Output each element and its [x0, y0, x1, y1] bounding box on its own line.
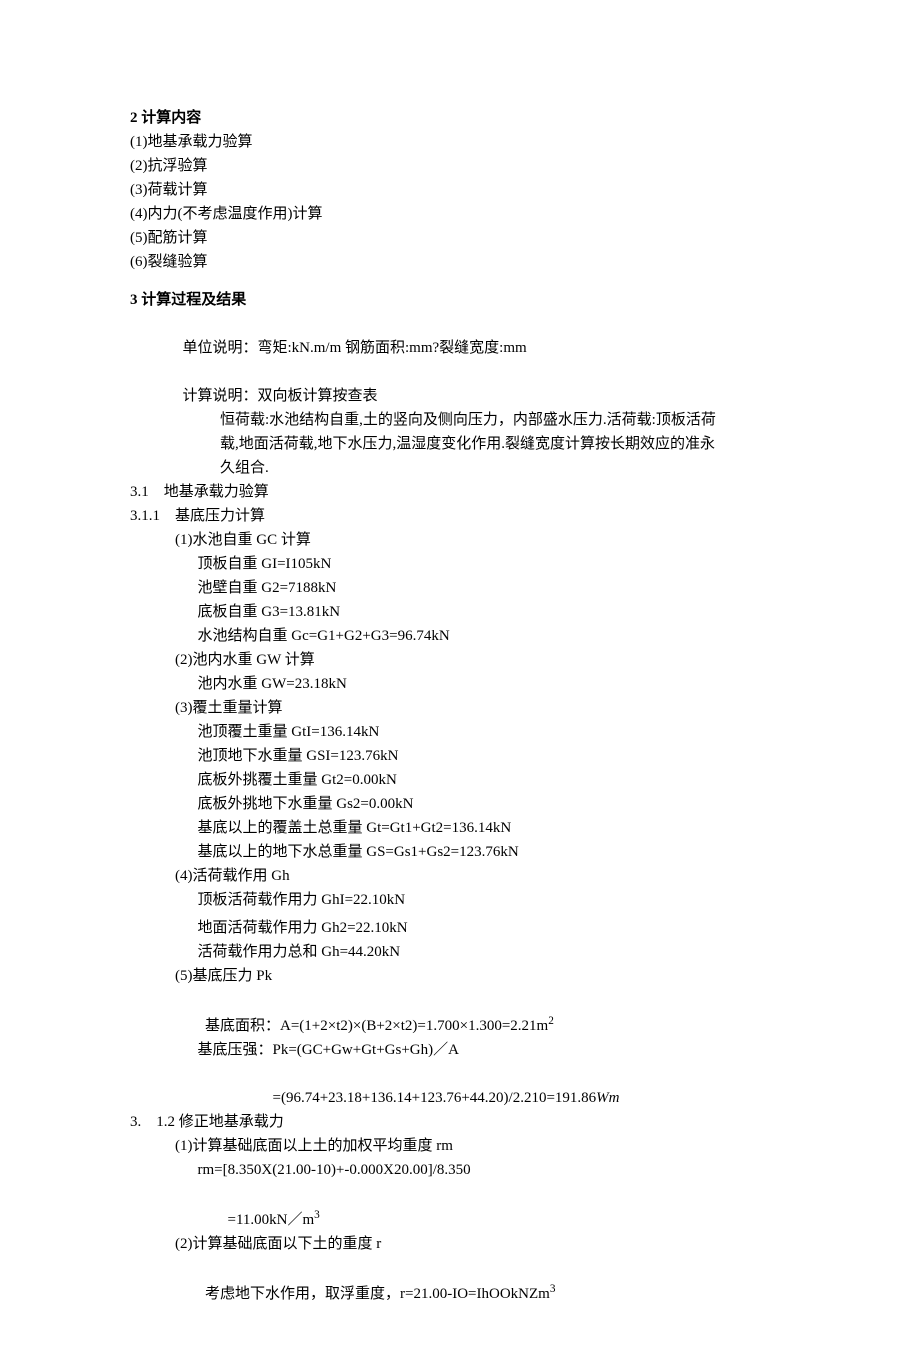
- calc-line: 底板自重 G3=13.81kN: [130, 600, 790, 624]
- para-head: (5)基底压力 Pk: [130, 964, 790, 988]
- list-item: (2)抗浮验算: [130, 154, 790, 178]
- calc-line: 考虑地下水作用，取浮重度，r=21.00-IO=IhOOkNZm3: [130, 1256, 790, 1306]
- calc-line: 基底面积：A=(1+2×t2)×(B+2×t2)=1.700×1.300=2.2…: [130, 988, 790, 1038]
- calc-text-a: 双向板计算按查表: [258, 388, 378, 404]
- section-3-1-title: 3.1 地基承载力验算: [130, 480, 790, 504]
- calc-line: rm=[8.350X(21.00-10)+-0.000X20.00]/8.350: [130, 1158, 790, 1182]
- unit-italic: Wm: [596, 1090, 619, 1106]
- unit-label: 单位说明：: [183, 340, 258, 356]
- calc-text: =11.00kN／m: [228, 1212, 315, 1228]
- calc-label: 计算说明：: [183, 388, 258, 404]
- calc-line: 底板外挑地下水重量 Gs2=0.00kN: [130, 792, 790, 816]
- calc-line: 顶板活荷载作用力 GhI=22.10kN: [130, 888, 790, 912]
- calc-line: 基底以上的覆盖土总重量 Gt=Gt1+Gt2=136.14kN: [130, 816, 790, 840]
- list-item: (5)配筋计算: [130, 226, 790, 250]
- calc-line: 水池结构自重 Gc=G1+G2+G3=96.74kN: [130, 624, 790, 648]
- calc-line: 顶板自重 GI=I105kN: [130, 552, 790, 576]
- section-2-title: 2 计算内容: [130, 106, 790, 130]
- calc-text-b2: 载,地面活荷载,地下水压力,温湿度变化作用.裂缝宽度计算按长期效应的准永: [130, 432, 790, 456]
- superscript: 3: [550, 1283, 556, 1295]
- para-head: (2)计算基础底面以下土的重度 r: [130, 1232, 790, 1256]
- calc-line: =11.00kN／m3: [130, 1182, 790, 1232]
- list-item: (4)内力(不考虑温度作用)计算: [130, 202, 790, 226]
- calc-line: 地面活荷载作用力 Gh2=22.10kN: [130, 916, 790, 940]
- calc-line: 池顶覆土重量 GtI=136.14kN: [130, 720, 790, 744]
- para-head: (2)池内水重 GW 计算: [130, 648, 790, 672]
- calc-note: 计算说明：双向板计算按查表: [130, 360, 790, 408]
- calc-line: 底板外挑覆土重量 Gt2=0.00kN: [130, 768, 790, 792]
- section-3-title: 3 计算过程及结果: [130, 288, 790, 312]
- superscript: 3: [314, 1209, 320, 1221]
- section-3-1-1-title: 3.1.1 基底压力计算: [130, 504, 790, 528]
- calc-line: 池顶地下水重量 GSI=123.76kN: [130, 744, 790, 768]
- calc-line: 基底以上的地下水总重量 GS=Gs1+Gs2=123.76kN: [130, 840, 790, 864]
- section-3-1-2-title: 3. 1.2 修正地基承载力: [130, 1110, 790, 1134]
- unit-text: 弯矩:kN.m/m 钢筋面积:mm?裂缝宽度:mm: [258, 340, 527, 356]
- calc-text-b3: 久组合.: [130, 456, 790, 480]
- para-head: (4)活荷载作用 Gh: [130, 864, 790, 888]
- calc-text: =(96.74+23.18+136.14+123.76+44.20)/2.210…: [273, 1090, 597, 1106]
- calc-line: 基底压强：Pk=(GC+Gw+Gt+Gs+Gh)／A: [130, 1038, 790, 1062]
- calc-text: 基底面积：A=(1+2×t2)×(B+2×t2)=1.700×1.300=2.2…: [205, 1018, 548, 1034]
- para-head: (3)覆土重量计算: [130, 696, 790, 720]
- para-head: (1)计算基础底面以上土的加权平均重度 rm: [130, 1134, 790, 1158]
- superscript: 2: [548, 1015, 554, 1027]
- calc-line: 池内水重 GW=23.18kN: [130, 672, 790, 696]
- para-head: (1)水池自重 GC 计算: [130, 528, 790, 552]
- calc-line: =(96.74+23.18+136.14+123.76+44.20)/2.210…: [130, 1062, 790, 1110]
- calc-line: 活荷载作用力总和 Gh=44.20kN: [130, 940, 790, 964]
- list-item: (1)地基承载力验算: [130, 130, 790, 154]
- calc-text-b1: 恒荷载:水池结构自重,土的竖向及侧向压力，内部盛水压力.活荷载:顶板活荷: [130, 408, 790, 432]
- list-item: (3)荷载计算: [130, 178, 790, 202]
- calc-text: 考虑地下水作用，取浮重度，r=21.00-IO=IhOOkNZm: [205, 1286, 550, 1302]
- unit-note: 单位说明：弯矩:kN.m/m 钢筋面积:mm?裂缝宽度:mm: [130, 312, 790, 360]
- calc-line: 池壁自重 G2=7188kN: [130, 576, 790, 600]
- list-item: (6)裂缝验算: [130, 250, 790, 274]
